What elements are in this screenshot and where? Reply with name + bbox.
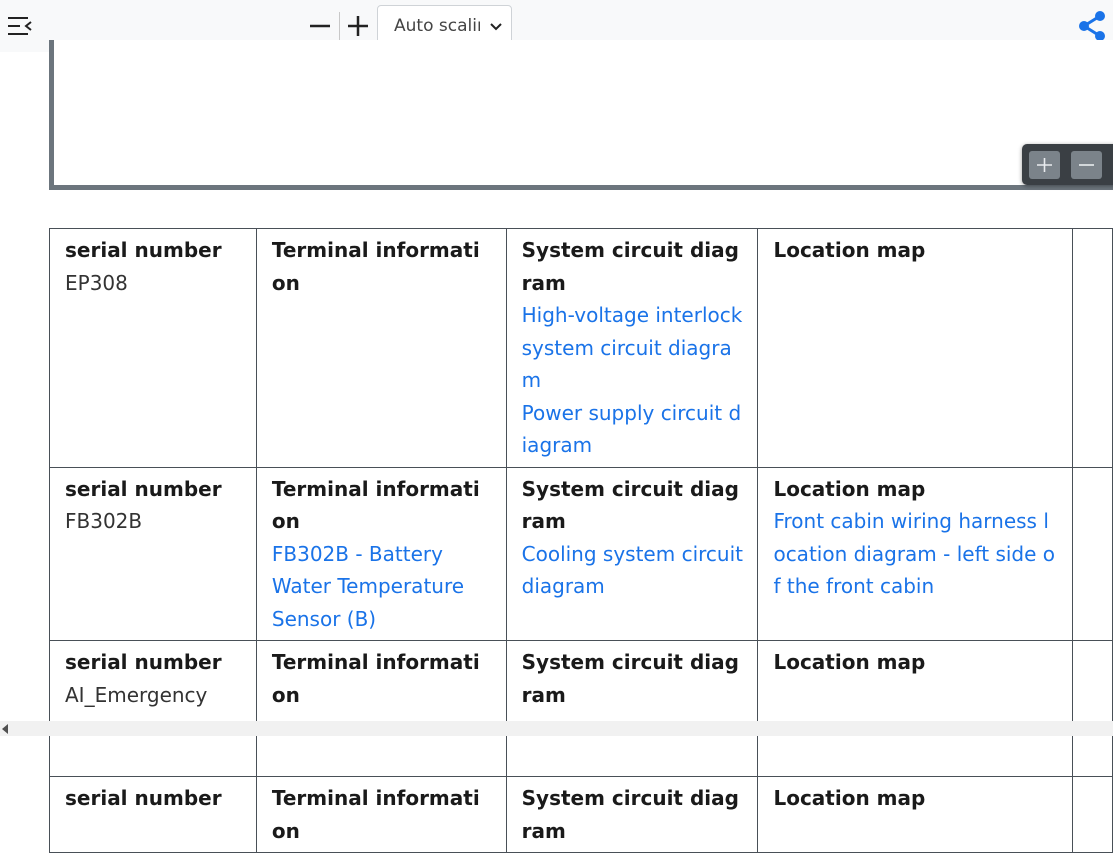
location-map-link[interactable]: Front cabin wiring harness location diag…	[773, 505, 1058, 603]
serial-value: FB302B	[65, 509, 143, 533]
terminal-cell: Terminal information FB302B - Battery Wa…	[255, 466, 507, 641]
plus-icon	[348, 16, 368, 36]
serial-cell: serial number	[49, 776, 257, 853]
terminal-header: Terminal information	[271, 476, 480, 534]
chevron-down-icon	[490, 23, 502, 31]
horizontal-scrollbar[interactable]	[0, 721, 1113, 736]
system-cell: System circuit diagram	[505, 640, 759, 777]
connector-info-table: serial number EP308 Terminal information…	[49, 228, 1113, 853]
plus-icon	[1037, 158, 1052, 172]
minus-icon	[310, 24, 330, 28]
terminal-header: Terminal information	[271, 238, 480, 295]
system-diagram-link[interactable]: Power supply circuit diagram	[522, 397, 744, 462]
extra-cell	[1072, 776, 1113, 853]
sidebar-toggle-icon[interactable]	[6, 14, 34, 38]
system-cell: System circuit diagram	[505, 776, 759, 853]
zoom-in-button[interactable]	[344, 12, 372, 40]
serial-cell: serial number FB302B	[49, 466, 257, 641]
system-header: System circuit diagram	[521, 238, 739, 295]
scroll-left-arrow-icon[interactable]	[2, 724, 8, 734]
extra-cell	[1072, 640, 1113, 777]
location-header: Location map	[773, 476, 926, 501]
minus-icon	[1079, 164, 1094, 166]
serial-cell: serial number AI_Emergency	[49, 640, 257, 777]
system-diagram-link[interactable]: Cooling system circuit diagram	[522, 538, 744, 603]
table-row: serial number FB302B Terminal informatio…	[49, 466, 1113, 641]
system-header: System circuit diagram	[521, 786, 739, 843]
terminal-cell: Terminal information	[255, 640, 507, 777]
diagram-zoom-controls	[1022, 144, 1113, 185]
location-cell: Location map	[757, 228, 1074, 468]
terminal-header: Terminal information	[271, 786, 480, 843]
location-header: Location map	[773, 238, 926, 262]
scale-select-value: Auto scaling	[394, 16, 480, 36]
system-cell: System circuit diagram Cooling system ci…	[505, 466, 759, 641]
extra-cell	[1072, 466, 1113, 641]
table-row: serial number AI_Emergency Terminal info…	[49, 640, 1113, 777]
diagram-viewer-frame[interactable]	[49, 40, 1113, 190]
share-icon	[1079, 11, 1105, 41]
table-row: serial number EP308 Terminal information…	[49, 228, 1113, 468]
share-button[interactable]	[1074, 8, 1110, 44]
diagram-zoom-out-button[interactable]	[1071, 151, 1102, 179]
system-cell: System circuit diagram High-voltage inte…	[505, 228, 759, 468]
serial-header: serial number	[65, 786, 222, 810]
serial-header: serial number	[65, 476, 222, 501]
location-cell: Location map	[757, 640, 1074, 777]
toolbar-divider	[339, 12, 340, 40]
extra-cell	[1072, 228, 1113, 468]
serial-value: AI_Emergency	[65, 682, 208, 707]
location-header: Location map	[773, 650, 926, 674]
serial-header: serial number	[65, 238, 222, 262]
terminal-cell: Terminal information	[255, 776, 507, 853]
system-header: System circuit diagram	[521, 650, 739, 707]
diagram-zoom-in-button[interactable]	[1029, 151, 1060, 179]
serial-value: EP308	[65, 270, 128, 295]
terminal-cell: Terminal information	[255, 228, 507, 468]
system-header: System circuit diagram	[521, 476, 739, 534]
serial-cell: serial number EP308	[49, 228, 257, 468]
zoom-out-button[interactable]	[306, 12, 334, 40]
location-cell: Location map	[757, 776, 1074, 853]
terminal-info-link[interactable]: FB302B - Battery Water Temperature Senso…	[272, 538, 492, 636]
terminal-header: Terminal information	[271, 650, 480, 707]
location-header: Location map	[773, 786, 926, 810]
serial-header: serial number	[65, 650, 222, 674]
system-diagram-link[interactable]: High-voltage interlock system circuit di…	[522, 299, 744, 397]
table-row: serial number Terminal information Syste…	[49, 776, 1113, 853]
location-cell: Location map Front cabin wiring harness …	[757, 466, 1074, 641]
